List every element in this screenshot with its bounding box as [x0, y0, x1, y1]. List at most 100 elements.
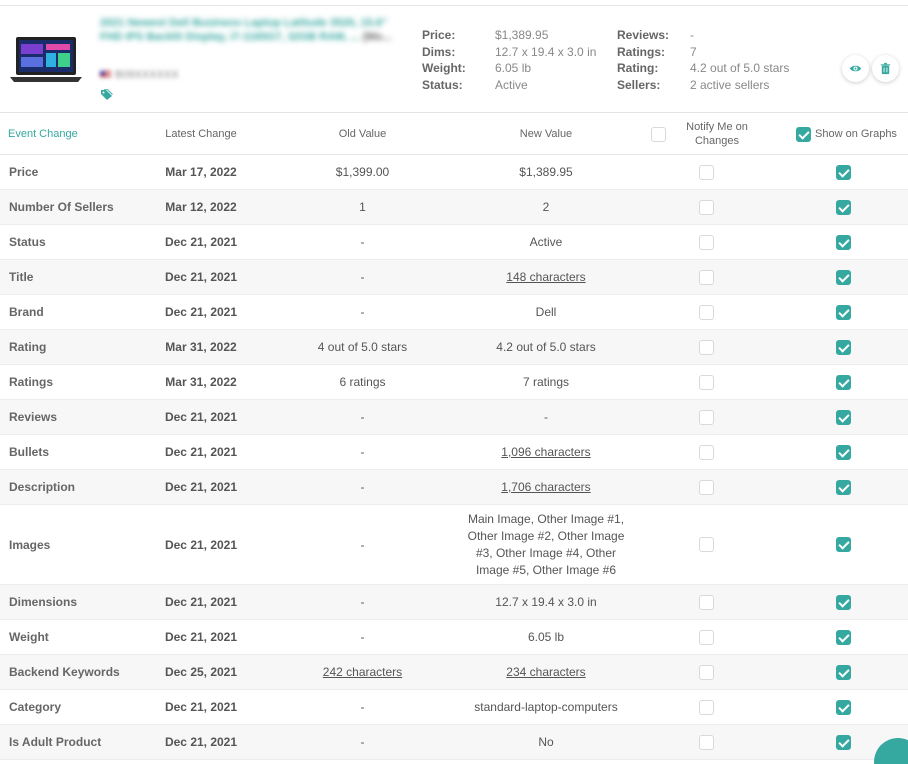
- specs-right: Reviews: - Ratings: 7 Rating: 4.2 out of 5.…: [617, 27, 789, 94]
- spec-price: Price: $1,389.95: [422, 28, 549, 42]
- new-value: 12.7 x 19.4 x 3.0 in: [495, 594, 597, 609]
- asin-row: B09XXXXXX: [100, 69, 179, 81]
- old-value: 6 ratings: [339, 375, 386, 389]
- new-value-link[interactable]: 1,096 characters: [445, 435, 647, 469]
- show-on-graphs-checkbox[interactable]: [836, 295, 852, 329]
- event-name: Bullets: [9, 445, 50, 459]
- spec-rating: Rating: 4.2 out of 5.0 stars: [617, 61, 790, 76]
- new-value-link[interactable]: 1,706 characters: [445, 470, 647, 504]
- product-summary: 2021 Newest Dell Business Laptop Latitud…: [0, 7, 908, 113]
- column-event-change[interactable]: Event Change: [8, 113, 78, 155]
- delete-button[interactable]: [872, 55, 899, 82]
- spec-reviews: Reviews: -: [617, 28, 694, 42]
- notify-checkbox[interactable]: [699, 365, 715, 399]
- event-name: Reviews: [9, 410, 58, 424]
- spec-status: Status: Active: [422, 78, 528, 93]
- event-name: Description: [9, 480, 76, 494]
- event-name: Weight: [9, 630, 49, 644]
- latest-change: Dec 21, 2021: [164, 700, 238, 714]
- latest-change: Dec 21, 2021: [164, 630, 238, 644]
- event-name: Category: [9, 700, 62, 714]
- event-name: Is Adult Product: [9, 735, 102, 749]
- new-value: standard-laptop-computers: [474, 699, 618, 714]
- event-name: Dimensions: [9, 595, 78, 609]
- latest-change: Dec 21, 2021: [164, 305, 238, 319]
- old-value: 1: [359, 200, 366, 214]
- view-button[interactable]: [842, 55, 869, 82]
- notify-all-checkbox[interactable]: [651, 127, 666, 142]
- new-value: Dell: [535, 304, 557, 319]
- laptop-thumbnail-icon[interactable]: [8, 35, 84, 85]
- show-on-graphs-checkbox[interactable]: [836, 365, 852, 399]
- notify-checkbox[interactable]: [699, 620, 715, 654]
- show-on-graphs-checkbox[interactable]: [836, 260, 852, 294]
- old-value: -: [360, 235, 365, 249]
- product-title-link[interactable]: 2021 Newest Dell Business Laptop Latitud…: [100, 16, 400, 44]
- graphs-all-checkbox[interactable]: [796, 127, 811, 142]
- show-on-graphs-checkbox[interactable]: [836, 620, 852, 654]
- show-on-graphs-checkbox[interactable]: [836, 330, 852, 364]
- new-value: $1,389.95: [519, 164, 573, 179]
- show-on-graphs-checkbox[interactable]: [836, 505, 852, 584]
- event-name: Price: [9, 165, 39, 179]
- show-on-graphs-checkbox[interactable]: [836, 155, 852, 189]
- top-border: [0, 0, 908, 6]
- table-row: Dimensions Dec 21, 2021 - 12.7 x 19.4 x …: [0, 585, 908, 620]
- notify-checkbox[interactable]: [699, 585, 715, 619]
- notify-checkbox[interactable]: [699, 225, 715, 259]
- tag-icon[interactable]: [100, 89, 114, 101]
- notify-checkbox[interactable]: [699, 470, 715, 504]
- notify-checkbox[interactable]: [699, 690, 715, 724]
- latest-change: Dec 21, 2021: [164, 270, 238, 284]
- show-on-graphs-checkbox[interactable]: [836, 435, 852, 469]
- table-row: Rating Mar 31, 2022 4 out of 5.0 stars 4…: [0, 330, 908, 365]
- latest-change: Mar 17, 2022: [165, 165, 237, 179]
- latest-change: Dec 21, 2021: [164, 735, 238, 749]
- notify-checkbox[interactable]: [699, 655, 715, 689]
- notify-checkbox[interactable]: [699, 725, 715, 759]
- new-value: Main Image, Other Image #1, Other Image …: [467, 511, 625, 577]
- new-value-link[interactable]: 148 characters: [445, 260, 647, 294]
- old-value: -: [360, 700, 365, 714]
- new-value: No: [538, 734, 554, 749]
- notify-checkbox[interactable]: [699, 330, 715, 364]
- spec-ratings: Ratings: 7: [617, 44, 697, 59]
- notify-checkbox[interactable]: [699, 155, 715, 189]
- show-on-graphs-checkbox[interactable]: [836, 585, 852, 619]
- old-value-link[interactable]: 242 characters: [300, 655, 425, 689]
- notify-checkbox[interactable]: [699, 295, 715, 329]
- old-value: -: [360, 410, 365, 424]
- notify-checkbox[interactable]: [699, 435, 715, 469]
- old-value: 4 out of 5.0 stars: [317, 340, 408, 354]
- old-value: -: [360, 445, 365, 459]
- latest-change: Mar 31, 2022: [165, 375, 237, 389]
- event-name: Number Of Sellers: [9, 200, 114, 214]
- show-on-graphs-checkbox[interactable]: [836, 655, 852, 689]
- notify-checkbox[interactable]: [699, 260, 715, 294]
- latest-change: Dec 21, 2021: [164, 537, 238, 552]
- notify-checkbox[interactable]: [699, 190, 715, 224]
- show-on-graphs-checkbox[interactable]: [836, 400, 852, 434]
- old-value: $1,399.00: [335, 165, 390, 179]
- new-value: 7 ratings: [522, 374, 570, 389]
- show-on-graphs-checkbox[interactable]: [836, 225, 852, 259]
- show-on-graphs-checkbox[interactable]: [836, 725, 852, 759]
- product-title[interactable]: 2021 Newest Dell Business Laptop Latitud…: [100, 17, 387, 43]
- new-value-link[interactable]: 234 characters: [445, 655, 647, 689]
- show-on-graphs-checkbox[interactable]: [836, 190, 852, 224]
- event-name: Title: [9, 270, 34, 284]
- show-on-graphs-checkbox[interactable]: [836, 470, 852, 504]
- latest-change: Mar 12, 2022: [165, 200, 237, 214]
- new-value: -: [544, 409, 548, 424]
- old-value: -: [360, 305, 365, 319]
- table-row: Backend Keywords Dec 25, 2021 242 charac…: [0, 655, 908, 690]
- table-row: Is Adult Product Dec 21, 2021 - No: [0, 725, 908, 760]
- old-value: -: [360, 735, 365, 749]
- asin-text: B09XXXXXX: [115, 69, 179, 81]
- show-on-graphs-checkbox[interactable]: [836, 690, 852, 724]
- notify-checkbox[interactable]: [699, 400, 715, 434]
- notify-checkbox[interactable]: [699, 505, 715, 584]
- event-name: Ratings: [9, 375, 54, 389]
- table-row: Weight Dec 21, 2021 - 6.05 lb: [0, 620, 908, 655]
- new-value: 4.2 out of 5.0 stars: [496, 339, 596, 354]
